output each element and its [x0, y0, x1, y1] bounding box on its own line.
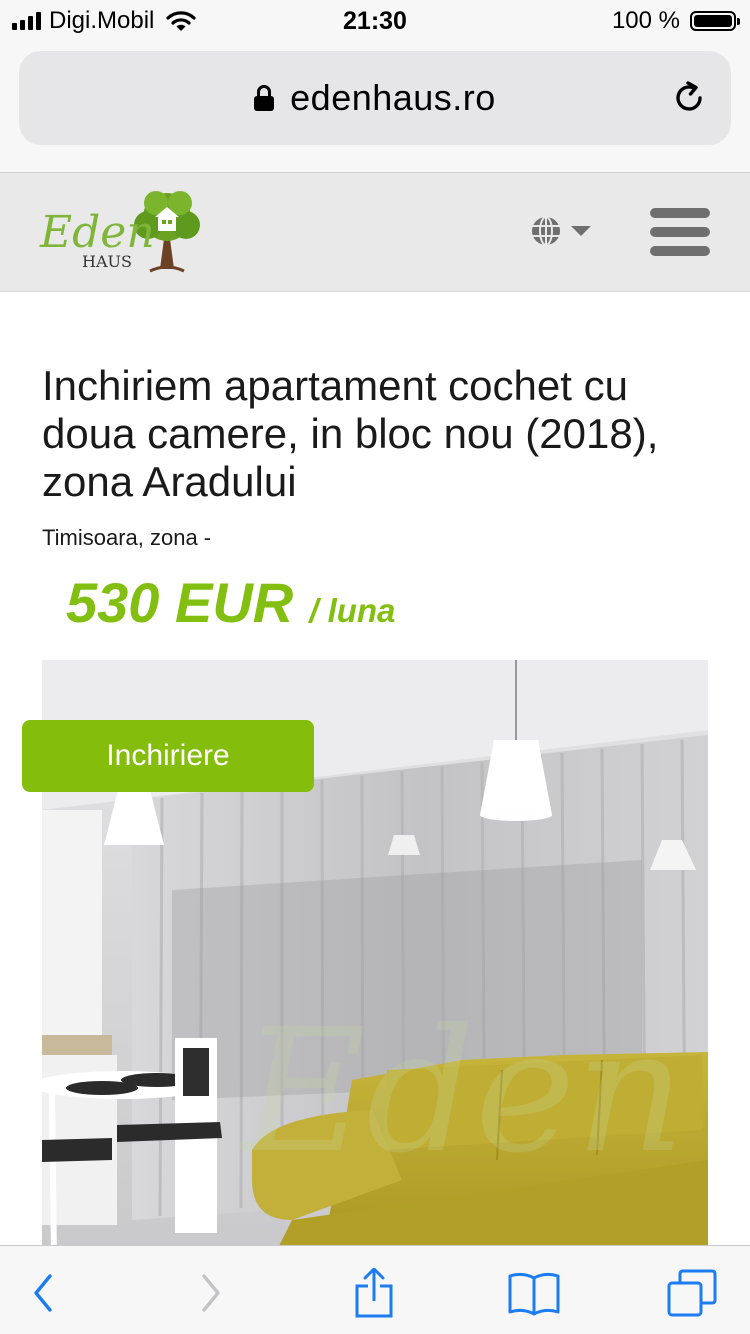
hamburger-menu-icon[interactable]: [650, 208, 710, 256]
listing-price: 530 EUR / luna: [66, 570, 395, 635]
forward-icon[interactable]: [188, 1268, 242, 1318]
browser-address-area: edenhaus.ro: [0, 42, 750, 172]
listing-title: Inchiriem apartament cochet cu doua came…: [42, 362, 659, 505]
share-icon[interactable]: [347, 1268, 401, 1318]
listing-type-badge: Inchiriere: [22, 720, 314, 792]
reload-icon[interactable]: [671, 80, 707, 116]
listing-location: Timisoara, zona -: [42, 525, 212, 550]
price-unit: / luna: [309, 592, 396, 629]
url-text[interactable]: edenhaus.ro: [290, 77, 496, 119]
site-header: Eden HAUS: [0, 172, 750, 292]
price-value: 530 EUR: [66, 571, 294, 634]
battery-icon: [690, 11, 740, 31]
back-icon[interactable]: [24, 1268, 78, 1318]
bookmarks-icon[interactable]: [507, 1268, 561, 1318]
globe-icon: [532, 216, 560, 246]
status-bar: Digi.Mobil 21:30 100 %: [0, 0, 750, 42]
logo-subtext: HAUS: [82, 252, 132, 271]
edenhaus-logo[interactable]: Eden HAUS: [38, 187, 208, 277]
browser-toolbar: [0, 1245, 750, 1334]
language-selector[interactable]: [530, 215, 592, 247]
tabs-icon[interactable]: [666, 1268, 720, 1318]
svg-text:Eden: Eden: [239, 993, 685, 1191]
logo-text: Eden: [39, 207, 155, 258]
caret-down-icon: [571, 226, 591, 236]
lock-icon: [254, 85, 275, 111]
address-bar[interactable]: edenhaus.ro: [19, 51, 731, 145]
battery-percent: 100 %: [611, 7, 680, 34]
